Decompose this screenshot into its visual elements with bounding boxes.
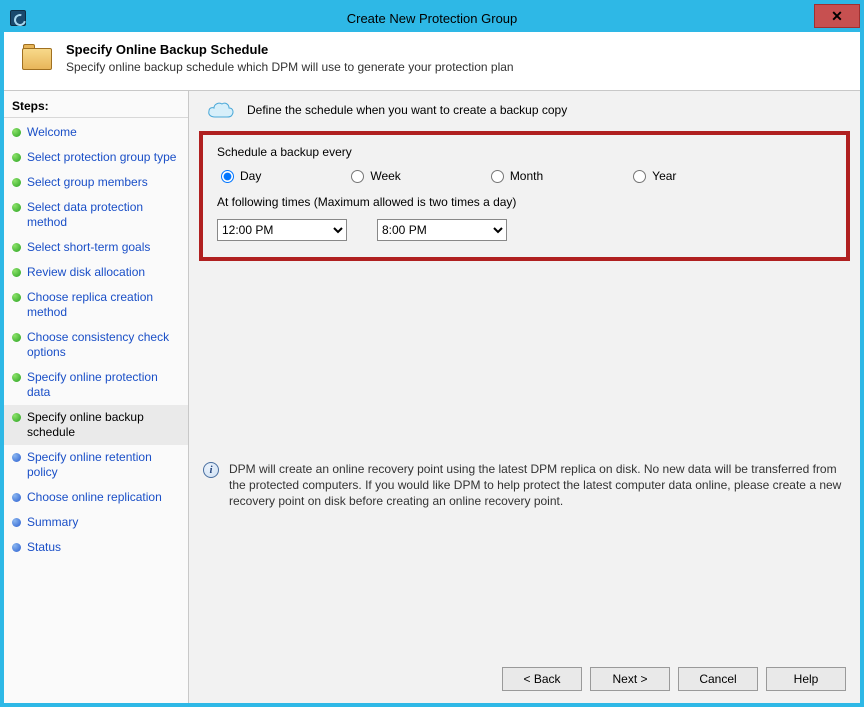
step-item-6[interactable]: Choose replica creation method	[4, 285, 188, 325]
radio-week-label: Week	[370, 169, 400, 183]
step-item-0[interactable]: Welcome	[4, 120, 188, 145]
radio-year[interactable]: Year	[633, 169, 676, 183]
next-button[interactable]: Next >	[590, 667, 670, 691]
step-item-label: Choose replica creation method	[27, 290, 182, 320]
step-dot-icon	[12, 293, 21, 302]
info-icon: i	[203, 462, 219, 478]
back-button[interactable]: < Back	[502, 667, 582, 691]
radio-week[interactable]: Week	[351, 169, 400, 183]
wizard-window: Create New Protection Group ✕ Specify On…	[0, 0, 864, 707]
info-row: i DPM will create an online recovery poi…	[203, 461, 846, 510]
wizard-header: Specify Online Backup Schedule Specify o…	[4, 32, 860, 91]
step-item-label: Summary	[27, 515, 78, 530]
step-dot-icon	[12, 153, 21, 162]
step-item-12[interactable]: Summary	[4, 510, 188, 535]
step-item-label: Specify online retention policy	[27, 450, 182, 480]
define-text: Define the schedule when you want to cre…	[247, 103, 567, 117]
schedule-label: Schedule a backup every	[217, 145, 832, 159]
step-item-2[interactable]: Select group members	[4, 170, 188, 195]
wizard-button-bar: < Back Next > Cancel Help	[502, 667, 846, 691]
step-item-label: Choose online replication	[27, 490, 162, 505]
schedule-box: Schedule a backup every Day Week Month	[199, 131, 850, 261]
step-dot-icon	[12, 128, 21, 137]
page-title: Specify Online Backup Schedule	[66, 42, 514, 57]
step-dot-icon	[12, 453, 21, 462]
folder-icon	[22, 44, 54, 72]
step-dot-icon	[12, 178, 21, 187]
step-item-label: Select short-term goals	[27, 240, 150, 255]
step-item-7[interactable]: Choose consistency check options	[4, 325, 188, 365]
step-item-label: Select group members	[27, 175, 148, 190]
step-dot-icon	[12, 518, 21, 527]
radio-month-input[interactable]	[491, 170, 504, 183]
step-item-label: Specify online protection data	[27, 370, 182, 400]
times-label: At following times (Maximum allowed is t…	[217, 195, 832, 209]
help-button[interactable]: Help	[766, 667, 846, 691]
radio-day-input[interactable]	[221, 170, 234, 183]
radio-year-label: Year	[652, 169, 676, 183]
time-select-1[interactable]: 12:00 PM	[217, 219, 347, 241]
define-row: Define the schedule when you want to cre…	[189, 91, 860, 131]
radio-month[interactable]: Month	[491, 169, 543, 183]
info-text: DPM will create an online recovery point…	[229, 461, 846, 510]
wizard-body: Steps: Welcome Select protection group ty…	[4, 91, 860, 703]
steps-heading: Steps:	[4, 97, 188, 118]
frequency-radio-group: Day Week Month Year	[217, 167, 832, 195]
steps-list: Welcome Select protection group type Selec…	[4, 118, 188, 562]
page-subtitle: Specify online backup schedule which DPM…	[66, 60, 514, 74]
step-item-label: Specify online backup schedule	[27, 410, 182, 440]
radio-day-label: Day	[240, 169, 261, 183]
cloud-icon	[207, 101, 235, 119]
radio-week-input[interactable]	[351, 170, 364, 183]
step-dot-icon	[12, 203, 21, 212]
step-dot-icon	[12, 493, 21, 502]
main-panel: Define the schedule when you want to cre…	[189, 91, 860, 703]
radio-day[interactable]: Day	[221, 169, 261, 183]
step-item-1[interactable]: Select protection group type	[4, 145, 188, 170]
step-item-9[interactable]: Specify online backup schedule	[4, 405, 188, 445]
step-dot-icon	[12, 413, 21, 422]
step-item-13[interactable]: Status	[4, 535, 188, 560]
step-item-label: Select protection group type	[27, 150, 176, 165]
titlebar: Create New Protection Group ✕	[4, 4, 860, 32]
time-selects-row: 12:00 PM 8:00 PM	[217, 219, 832, 241]
step-item-label: Welcome	[27, 125, 77, 140]
step-item-11[interactable]: Choose online replication	[4, 485, 188, 510]
step-dot-icon	[12, 333, 21, 342]
step-item-10[interactable]: Specify online retention policy	[4, 445, 188, 485]
steps-sidebar: Steps: Welcome Select protection group ty…	[4, 91, 189, 703]
step-dot-icon	[12, 543, 21, 552]
step-dot-icon	[12, 268, 21, 277]
cancel-button[interactable]: Cancel	[678, 667, 758, 691]
step-item-label: Select data protection method	[27, 200, 182, 230]
step-item-5[interactable]: Review disk allocation	[4, 260, 188, 285]
time-select-2[interactable]: 8:00 PM	[377, 219, 507, 241]
step-item-label: Choose consistency check options	[27, 330, 182, 360]
radio-month-label: Month	[510, 169, 543, 183]
step-item-label: Status	[27, 540, 61, 555]
step-item-8[interactable]: Specify online protection data	[4, 365, 188, 405]
close-button[interactable]: ✕	[814, 4, 860, 28]
step-item-3[interactable]: Select data protection method	[4, 195, 188, 235]
window-title: Create New Protection Group	[4, 11, 860, 26]
step-item-label: Review disk allocation	[27, 265, 145, 280]
step-dot-icon	[12, 373, 21, 382]
step-item-4[interactable]: Select short-term goals	[4, 235, 188, 260]
step-dot-icon	[12, 243, 21, 252]
radio-year-input[interactable]	[633, 170, 646, 183]
